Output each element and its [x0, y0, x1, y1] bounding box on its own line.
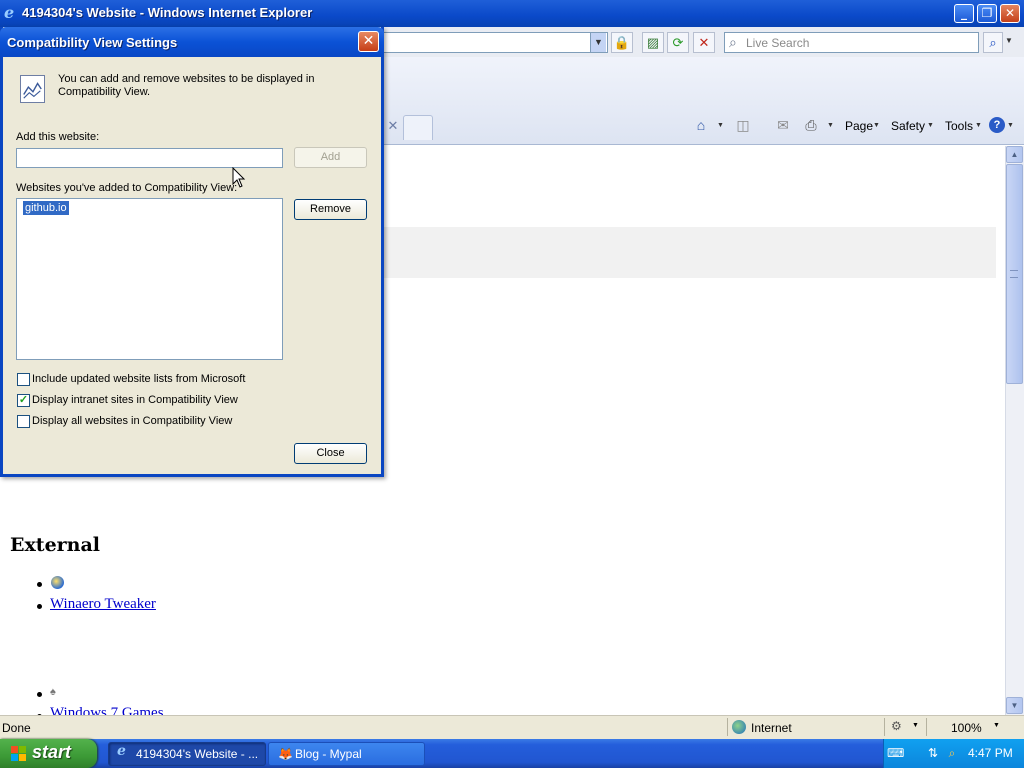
print-icon[interactable]: ⎙ — [802, 116, 820, 134]
tab-close-icon[interactable]: ✕ — [384, 118, 402, 136]
network-icon[interactable]: ⇅ — [925, 745, 941, 761]
list-bullet — [37, 582, 42, 587]
read-mail-icon[interactable]: ✉ — [774, 116, 792, 134]
page-menu[interactable]: Page — [845, 119, 873, 133]
status-separator — [727, 718, 728, 736]
add-website-label: Add this website: — [16, 131, 100, 143]
checkbox-label: Display all websites in Compatibility Vi… — [32, 415, 233, 427]
zoom-dropdown-icon[interactable]: ▼ — [993, 722, 1000, 729]
search-icon[interactable]: ⌕ — [983, 32, 1003, 53]
internet-zone-icon — [732, 720, 746, 734]
window-close-button[interactable]: ✕ — [1000, 4, 1020, 23]
minimize-button[interactable]: _ — [954, 4, 974, 23]
compat-view-icon — [20, 75, 45, 103]
scroll-down-icon[interactable]: ▼ — [1006, 697, 1023, 714]
list-bullet — [37, 692, 42, 697]
dialog-close-icon[interactable]: ✕ — [358, 31, 379, 52]
dialog-title: Compatibility View Settings — [7, 35, 178, 50]
refresh-icon[interactable]: ⟳ — [667, 32, 689, 53]
compat-view-icon[interactable]: ▨ — [642, 32, 664, 53]
restore-button[interactable]: ❐ — [977, 4, 997, 23]
sites-list[interactable] — [16, 198, 283, 360]
status-separator — [926, 718, 927, 736]
help-icon[interactable]: ? — [989, 117, 1005, 133]
checkbox-all-websites[interactable] — [17, 415, 30, 428]
taskbar-item-label: 4194304's Website - ... — [136, 747, 259, 761]
taskbar-item-label: Blog - Mypal — [295, 747, 362, 761]
sites-list-label: Websites you've added to Compatibility V… — [16, 182, 238, 194]
tools-menu[interactable]: Tools — [945, 119, 973, 133]
print-dropdown-icon[interactable]: ▼ — [827, 122, 834, 129]
protected-mode-icon[interactable]: ⚙ — [891, 719, 907, 735]
keyboard-icon[interactable]: ⌨ — [887, 745, 904, 761]
link-windows-7-games[interactable]: Windows 7 Games — [50, 705, 164, 715]
lock-icon[interactable]: 🔒 — [611, 32, 633, 53]
winaero-logo-icon — [51, 576, 64, 589]
link-winaero-tweaker[interactable]: Winaero Tweaker — [50, 596, 156, 613]
checkbox-label: Display intranet sites in Compatibility … — [32, 394, 238, 406]
windows-flag-icon — [11, 746, 26, 761]
security-zone[interactable]: Internet — [751, 721, 792, 735]
checkbox-label: Include updated website lists from Micro… — [32, 373, 246, 385]
ie-logo-icon: e — [4, 3, 15, 22]
status-bar — [0, 715, 1024, 739]
home-dropdown-icon[interactable]: ▼ — [717, 122, 724, 129]
status-text: Done — [2, 721, 31, 735]
search-placeholder: Live Search — [746, 36, 810, 50]
games-logo-icon: ♠ — [50, 686, 56, 698]
mypal-icon: 🦊 — [278, 747, 293, 761]
address-bar[interactable] — [380, 32, 608, 53]
scroll-grip-icon — [1010, 270, 1018, 278]
stop-icon[interactable]: ✕ — [693, 32, 715, 53]
search-tray-icon[interactable]: ⌕ — [944, 745, 960, 761]
search-dropdown-icon[interactable]: ▼ — [1005, 36, 1013, 45]
checkbox-include-updated-lists[interactable] — [17, 373, 30, 386]
clock[interactable]: 4:47 PM — [968, 746, 1013, 760]
zoom-level[interactable]: 100% — [951, 721, 982, 735]
add-website-input[interactable] — [16, 148, 283, 168]
address-dropdown-icon[interactable]: ▼ — [590, 33, 606, 52]
list-bullet — [37, 604, 42, 609]
safety-dropdown-icon[interactable]: ▼ — [927, 122, 934, 129]
help-dropdown-icon[interactable]: ▼ — [1007, 122, 1014, 129]
remove-button[interactable]: Remove — [294, 199, 367, 220]
scroll-up-icon[interactable]: ▲ — [1006, 146, 1023, 163]
list-item[interactable]: github.io — [22, 200, 70, 216]
start-label: start — [32, 742, 72, 762]
status-separator — [884, 718, 885, 736]
close-button[interactable]: Close — [294, 443, 367, 464]
taskbar-item-mypal[interactable]: 🦊 Blog - Mypal — [268, 742, 425, 766]
safety-menu[interactable]: Safety — [891, 119, 925, 133]
external-heading: External — [10, 534, 101, 556]
checkbox-intranet-sites[interactable]: ✓ — [17, 394, 30, 407]
window-title: 4194304's Website - Windows Internet Exp… — [22, 5, 313, 20]
page-dropdown-icon[interactable]: ▼ — [873, 122, 880, 129]
home-icon[interactable]: ⌂ — [692, 116, 710, 134]
new-tab-button[interactable] — [403, 115, 433, 140]
tools-dropdown-icon[interactable]: ▼ — [975, 122, 982, 129]
feeds-icon[interactable]: ◫ — [734, 116, 752, 134]
dialog-intro-text: You can add and remove websites to be di… — [58, 73, 315, 98]
add-button[interactable]: Add — [294, 147, 367, 168]
mouse-cursor-icon — [232, 167, 246, 188]
search-field-icon: ⌕ — [729, 34, 737, 50]
protected-mode-dropdown-icon[interactable]: ▼ — [912, 722, 919, 729]
ie-logo-icon: e — [117, 743, 126, 759]
page-banner — [383, 227, 996, 278]
taskbar-item-ie[interactable]: e 4194304's Website - ... — [108, 742, 266, 766]
